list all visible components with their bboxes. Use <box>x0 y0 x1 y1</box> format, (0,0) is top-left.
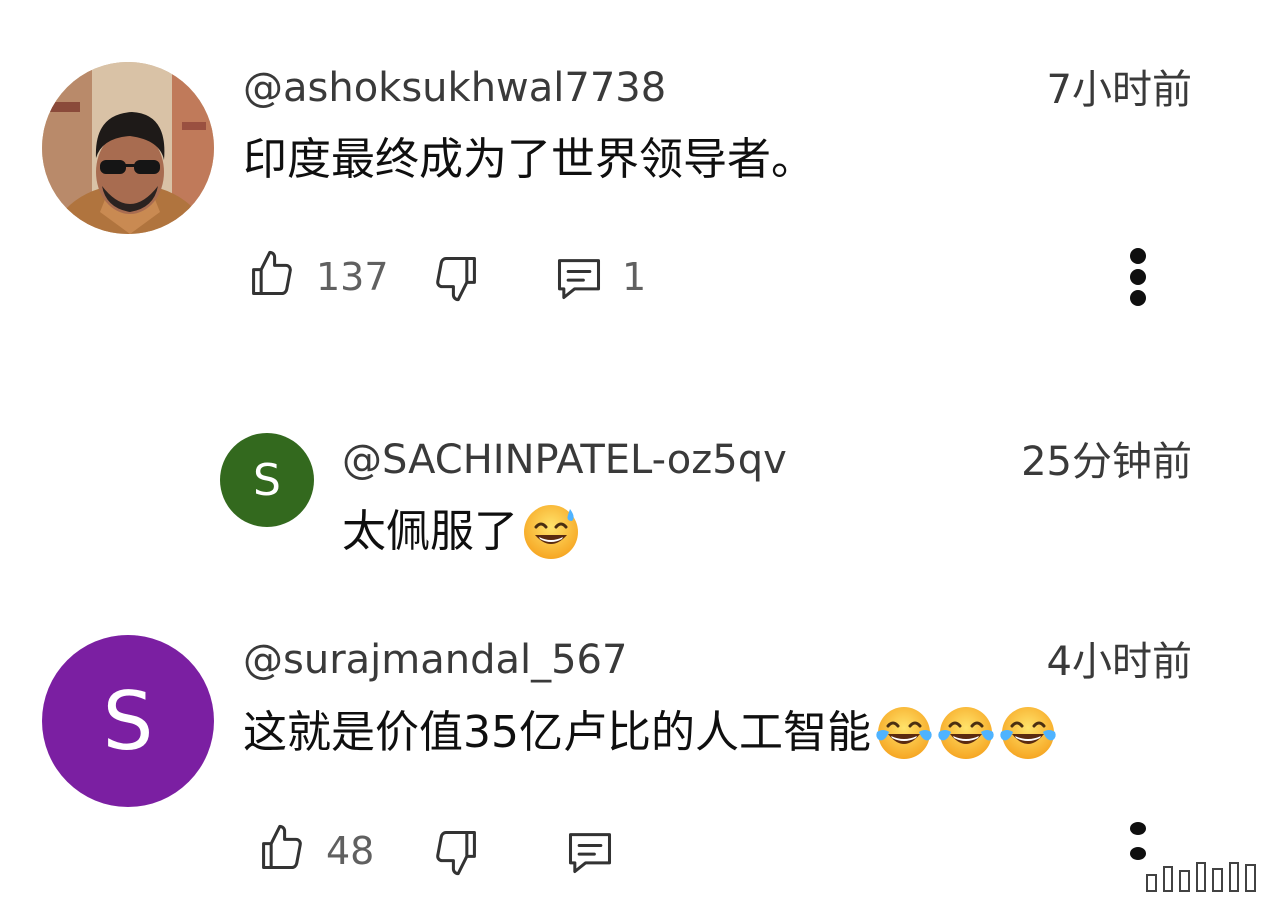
comment-text-content: 这就是价值35亿卢比的人工智能 <box>243 707 871 758</box>
watermark-logo <box>1146 862 1257 892</box>
like-button[interactable] <box>244 246 300 302</box>
comment-author[interactable]: @ashoksukhwal7738 <box>243 64 666 112</box>
avatar[interactable]: S <box>220 433 314 527</box>
like-button[interactable] <box>254 820 310 876</box>
comment-text-content: 印度最终成为了世界领导者。 <box>243 134 815 185</box>
avatar-letter: S <box>102 674 154 768</box>
tears-of-joy-emoji-icon <box>937 704 995 762</box>
more-vertical-icon <box>1130 822 1146 835</box>
tears-of-joy-emoji-icon <box>875 704 933 762</box>
like-count: 48 <box>326 829 375 873</box>
comment-text: 印度最终成为了世界领导者。 <box>243 132 815 188</box>
comment-icon <box>568 833 612 874</box>
comment-timestamp: 7小时前 <box>1046 67 1192 113</box>
dislike-button[interactable] <box>428 250 484 306</box>
comment-timestamp: 4小时前 <box>1046 639 1192 685</box>
comment-author[interactable]: @SACHINPATEL-oz5qv <box>342 436 787 484</box>
comment-author[interactable]: @surajmandal_567 <box>243 636 627 684</box>
like-count: 137 <box>316 255 389 299</box>
thumbs-down-icon <box>436 256 476 302</box>
thumbs-down-icon <box>436 830 476 876</box>
comment-timestamp: 25分钟前 <box>1021 439 1192 485</box>
comment-icon <box>557 259 601 300</box>
more-options-button[interactable] <box>1118 822 1158 860</box>
thumbs-up-icon <box>252 250 292 296</box>
avatar-photo[interactable] <box>42 62 214 234</box>
tears-of-joy-emoji-icon <box>999 704 1057 762</box>
comment-text: 这就是价值35亿卢比的人工智能 <box>243 704 1057 762</box>
reply-button[interactable] <box>562 824 618 880</box>
more-vertical-icon <box>1130 248 1146 264</box>
more-options-button[interactable] <box>1118 248 1158 306</box>
thumbs-up-icon <box>262 824 302 870</box>
avatar[interactable]: S <box>42 635 214 807</box>
avatar-portrait-icon <box>42 62 214 234</box>
comment-text: 太佩服了 <box>342 503 580 561</box>
comment-text-content: 太佩服了 <box>342 506 518 557</box>
sweat-smile-emoji-icon <box>522 503 580 561</box>
reply-button[interactable] <box>551 250 607 306</box>
dislike-button[interactable] <box>428 824 484 880</box>
reply-count: 1 <box>622 255 647 299</box>
avatar-letter: S <box>253 454 281 506</box>
